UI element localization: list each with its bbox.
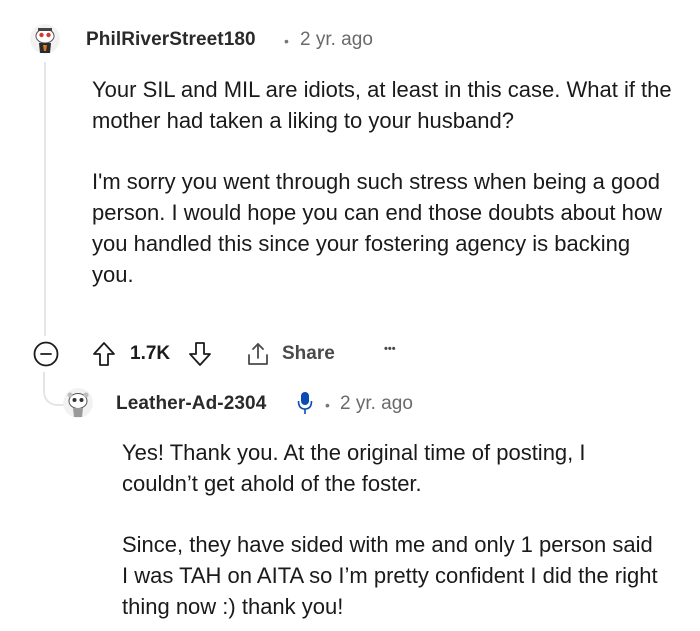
downvote-button[interactable] bbox=[186, 340, 214, 368]
snoo-avatar-icon bbox=[63, 388, 93, 418]
share-button[interactable]: Share bbox=[246, 340, 342, 368]
share-icon bbox=[248, 343, 268, 365]
reply-username[interactable]: Leather-Ad-2304 bbox=[116, 393, 266, 415]
meta-separator: • bbox=[284, 33, 289, 49]
microphone-icon bbox=[296, 390, 314, 416]
reply-body: Yes! Thank you. At the original time of … bbox=[122, 437, 662, 622]
vote-count: 1.7K bbox=[130, 343, 171, 364]
reply-age: 2 yr. ago bbox=[340, 393, 413, 414]
minus-circle-icon bbox=[33, 341, 59, 367]
comment-paragraph: Your SIL and MIL are idiots, at least in… bbox=[92, 77, 672, 133]
user-avatar[interactable] bbox=[30, 24, 60, 54]
comment-body: Your SIL and MIL are idiots, at least in… bbox=[92, 74, 672, 290]
comment-actions: 1.7K Share ••• bbox=[30, 338, 430, 372]
snoo-avatar-icon bbox=[30, 24, 60, 54]
thread-line[interactable] bbox=[44, 62, 46, 336]
reply-user-avatar[interactable] bbox=[63, 388, 93, 418]
reply-paragraph: Yes! Thank you. At the original time of … bbox=[122, 440, 586, 496]
meta-separator: • bbox=[325, 397, 330, 413]
comment-age: 2 yr. ago bbox=[300, 29, 373, 50]
upvote-button[interactable] bbox=[90, 340, 118, 368]
share-label: Share bbox=[282, 343, 335, 364]
collapse-button[interactable] bbox=[32, 340, 60, 368]
comment-username[interactable]: PhilRiverStreet180 bbox=[86, 29, 256, 51]
comment-paragraph: I'm sorry you went through such stress w… bbox=[92, 169, 662, 287]
arrow-up-icon bbox=[93, 342, 115, 366]
more-options-button[interactable]: ••• bbox=[384, 343, 396, 355]
reply-paragraph: Since, they have sided with me and only … bbox=[122, 532, 658, 619]
arrow-down-icon bbox=[189, 342, 211, 366]
